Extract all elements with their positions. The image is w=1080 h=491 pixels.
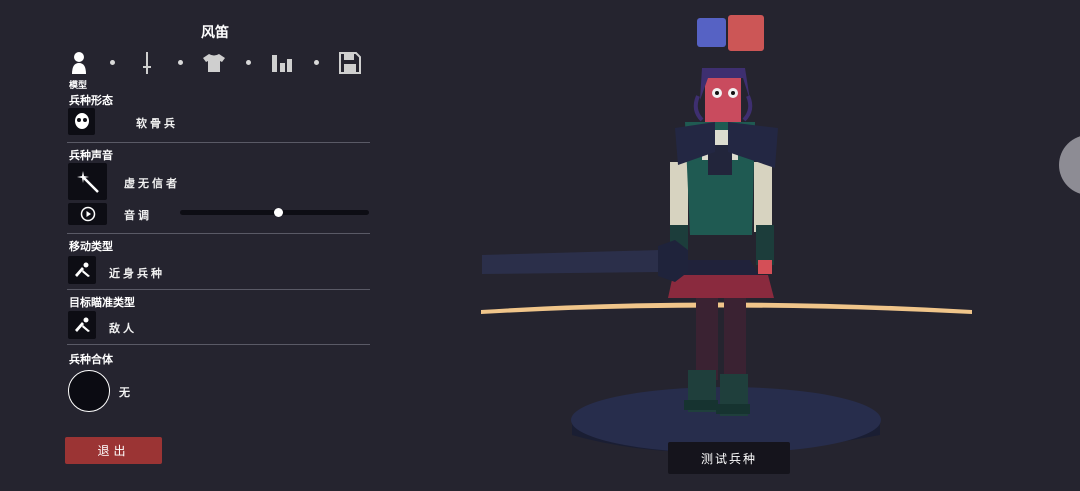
- form-select-button[interactable]: [68, 108, 95, 135]
- test-unit-button[interactable]: 测试兵种: [668, 442, 790, 474]
- save-icon: [339, 52, 361, 74]
- target-icon: [75, 317, 90, 332]
- person-icon: [72, 52, 86, 74]
- tab-clothing[interactable]: [199, 48, 229, 78]
- sword-icon: [143, 52, 151, 74]
- side-panel-toggle-button[interactable]: [1059, 135, 1080, 195]
- tab-save[interactable]: [335, 48, 365, 78]
- team-color-red-swatch[interactable]: [728, 15, 764, 51]
- section-divider: [67, 233, 370, 234]
- voice-value: 虚无信者: [124, 177, 180, 190]
- tab-separator-dot: [246, 60, 251, 65]
- section-divider: [67, 142, 370, 143]
- movement-value: 近身兵种: [109, 267, 165, 280]
- shirt-icon: [203, 54, 225, 72]
- voice-section-title: 兵种声音: [69, 149, 113, 162]
- tab-weapons[interactable]: [132, 48, 162, 78]
- voice-play-button[interactable]: [68, 203, 107, 225]
- movement-section-title: 移动类型: [69, 240, 113, 253]
- combine-section-title: 兵种合体: [69, 353, 113, 366]
- tab-model-label: 模型: [69, 81, 88, 91]
- form-value: 软骨兵: [136, 117, 178, 130]
- team-color-blue-swatch[interactable]: [697, 18, 726, 47]
- unit-name-title: 风笛: [201, 25, 229, 41]
- melee-icon: [75, 262, 90, 277]
- unit-character-model: [482, 68, 778, 416]
- section-divider: [67, 344, 370, 345]
- targeting-value: 敌人: [109, 322, 137, 335]
- magic-wand-icon: [76, 170, 99, 193]
- exit-button[interactable]: 退出: [65, 437, 162, 464]
- tab-separator-dot: [110, 60, 115, 65]
- targeting-section-title: 目标瞄准类型: [69, 296, 135, 309]
- stats-icon: [272, 55, 292, 72]
- voice-select-button[interactable]: [68, 163, 107, 200]
- movement-select-button[interactable]: [68, 256, 96, 284]
- unit-preview-scene: [481, 68, 972, 453]
- form-section-title: 兵种形态: [69, 94, 113, 107]
- pitch-slider-thumb[interactable]: [273, 208, 283, 217]
- pitch-label: 音调: [124, 209, 152, 222]
- targeting-select-button[interactable]: [68, 311, 96, 339]
- section-divider: [67, 289, 370, 290]
- combine-select-button[interactable]: [68, 370, 110, 412]
- play-icon: [80, 206, 95, 222]
- skull-icon: [74, 112, 89, 129]
- combine-value: 无: [119, 386, 133, 399]
- tab-separator-dot: [178, 60, 183, 65]
- tab-model[interactable]: [64, 48, 94, 78]
- tab-stats[interactable]: [267, 48, 297, 78]
- tab-separator-dot: [314, 60, 319, 65]
